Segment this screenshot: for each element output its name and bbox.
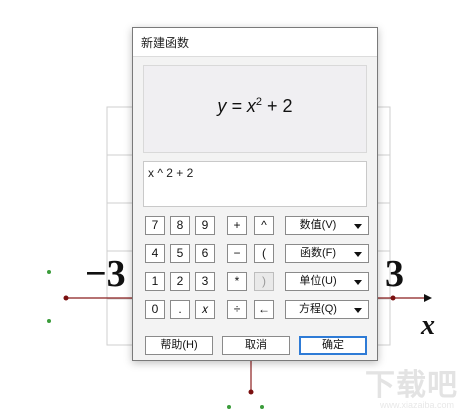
key-1[interactable]: 1 — [145, 272, 165, 291]
key-9[interactable]: 9 — [195, 216, 215, 235]
chevron-down-icon — [354, 308, 362, 313]
units-dropdown-label: 单位(U) — [299, 275, 337, 287]
formula-preview: y = x2 + 2 — [143, 65, 367, 153]
help-button[interactable]: 帮助(H) — [145, 336, 213, 355]
values-dropdown-label: 数值(V) — [299, 219, 337, 231]
key-multiply[interactable]: * — [227, 272, 247, 291]
key-3[interactable]: 3 — [195, 272, 215, 291]
ok-button[interactable]: 确定 — [299, 336, 367, 355]
chevron-down-icon — [354, 280, 362, 285]
cancel-button[interactable]: 取消 — [222, 336, 290, 355]
values-dropdown[interactable]: 数值(V) — [285, 216, 369, 235]
key-0[interactable]: 0 — [145, 300, 165, 319]
key-power[interactable]: ^ — [254, 216, 274, 235]
watermark-url: www.xiazaiba.com — [379, 400, 454, 410]
formula-rhs: + 2 — [262, 96, 293, 116]
key-2[interactable]: 2 — [170, 272, 190, 291]
chevron-down-icon — [354, 252, 362, 257]
tick-label-left: −3 — [85, 253, 126, 295]
key-6[interactable]: 6 — [195, 244, 215, 263]
key-close-paren[interactable]: ) — [254, 272, 274, 291]
expression-input[interactable]: x ^ 2 + 2 — [143, 161, 367, 207]
key-variable-x[interactable]: 𝑥 — [195, 300, 215, 319]
equations-dropdown-label: 方程(Q) — [299, 303, 337, 315]
dialog-titlebar[interactable]: 新建函数 — [133, 28, 377, 57]
key-open-paren[interactable]: ( — [254, 244, 274, 263]
formula-lhs: y = x — [217, 96, 256, 116]
functions-dropdown[interactable]: 函数(F) — [285, 244, 369, 263]
chevron-down-icon — [354, 224, 362, 229]
x-axis-label: x — [421, 310, 435, 341]
expression-value: x ^ 2 + 2 — [148, 166, 194, 180]
key-5[interactable]: 5 — [170, 244, 190, 263]
key-divide[interactable]: ÷ — [227, 300, 247, 319]
key-8[interactable]: 8 — [170, 216, 190, 235]
key-7[interactable]: 7 — [145, 216, 165, 235]
key-backspace[interactable]: ← — [254, 300, 274, 319]
key-plus[interactable]: + — [227, 216, 247, 235]
dialog-title: 新建函数 — [141, 36, 190, 50]
watermark-logo: 下载吧 — [365, 369, 458, 402]
new-function-dialog: 新建函数 y = x2 + 2 x ^ 2 + 2 7 8 9 + ^ 4 5 … — [132, 27, 378, 361]
functions-dropdown-label: 函数(F) — [299, 247, 337, 259]
key-decimal[interactable]: . — [170, 300, 190, 319]
formula-text: y = x2 + 2 — [144, 96, 366, 117]
tick-label-right: 3 — [385, 253, 404, 295]
equations-dropdown[interactable]: 方程(Q) — [285, 300, 369, 319]
units-dropdown[interactable]: 单位(U) — [285, 272, 369, 291]
key-4[interactable]: 4 — [145, 244, 165, 263]
key-minus[interactable]: − — [227, 244, 247, 263]
